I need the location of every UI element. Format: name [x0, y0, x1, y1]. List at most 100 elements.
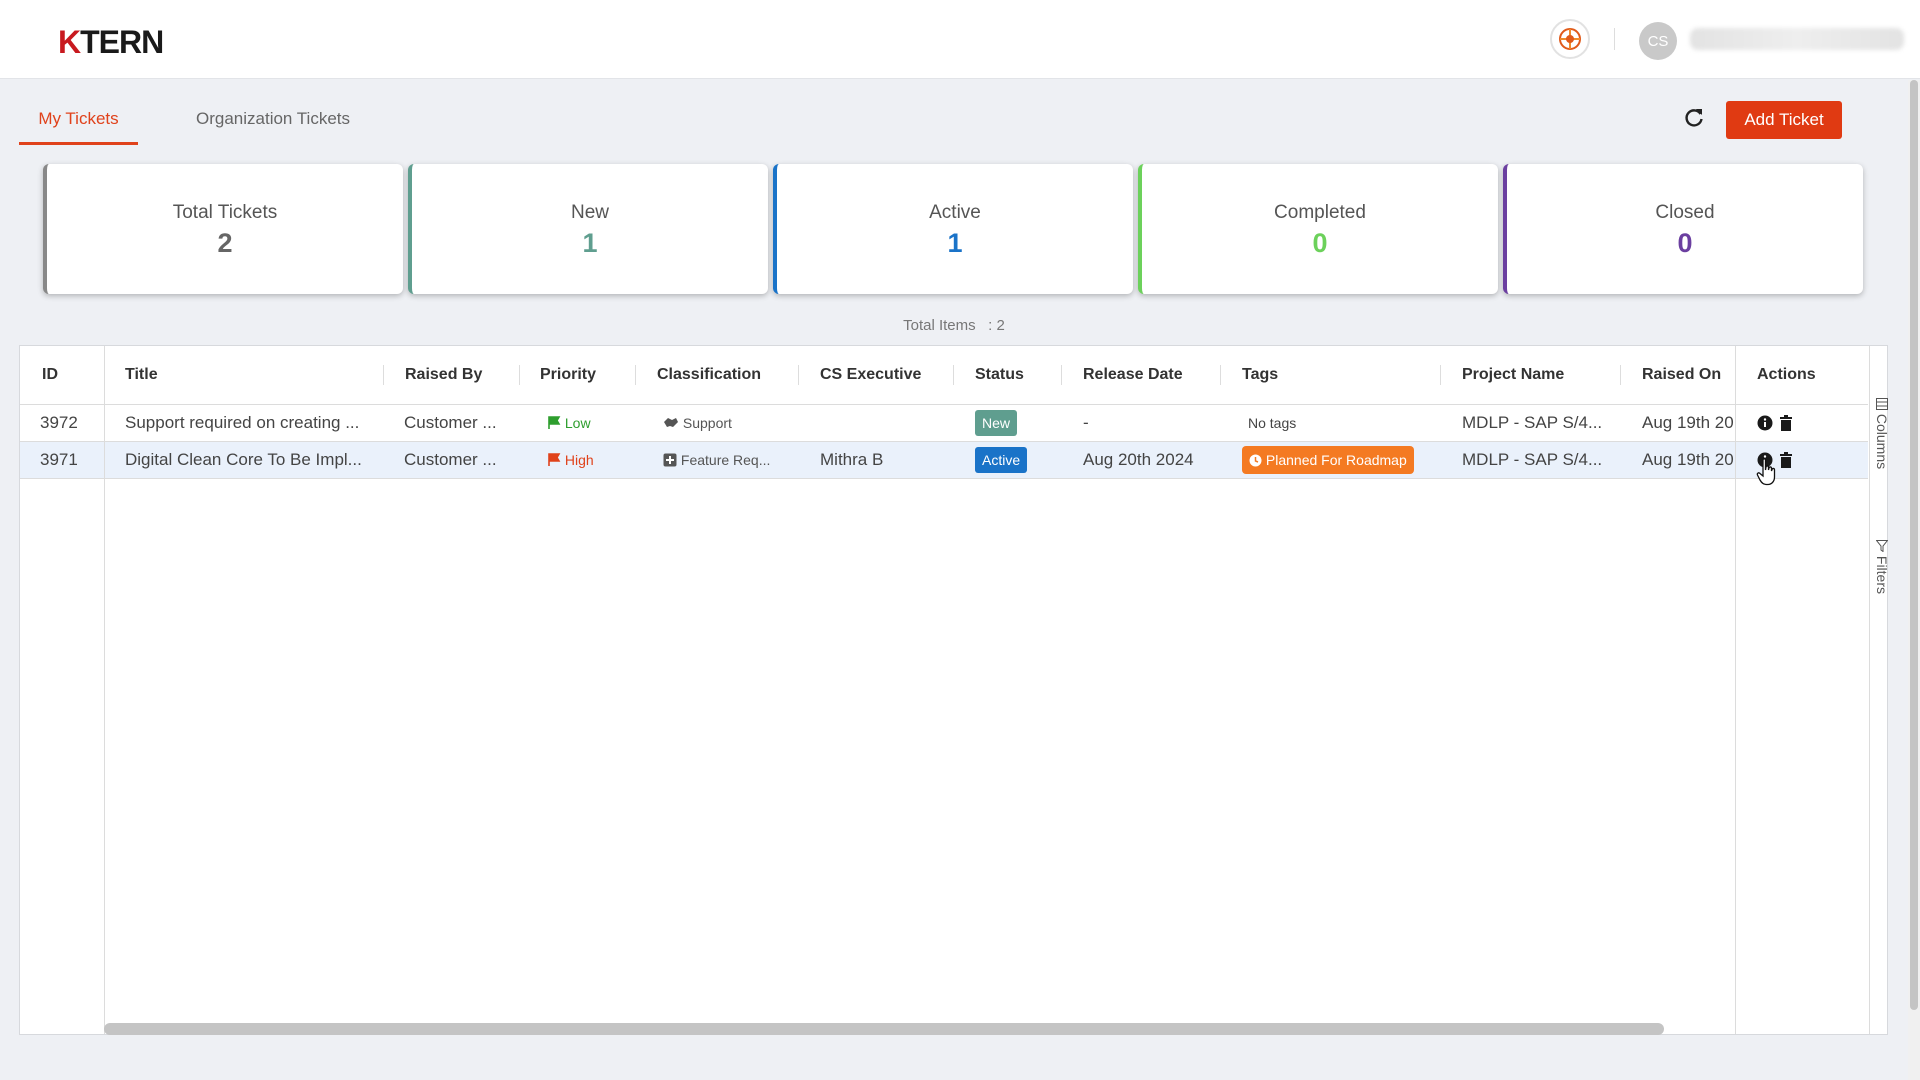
cell-tags: No tags: [1248, 415, 1297, 431]
classification-label: Support: [682, 415, 732, 431]
info-icon[interactable]: [1757, 415, 1773, 431]
summary-card-active[interactable]: Active 1: [773, 164, 1133, 294]
side-panel-divider: [1869, 346, 1870, 1034]
cell-id: 3972: [40, 413, 78, 432]
hand-cursor-icon: [1756, 458, 1778, 486]
table-row[interactable]: 3971 Digital Clean Core To Be Impl... Cu…: [20, 442, 1868, 478]
summary-card-total[interactable]: Total Tickets 2: [43, 164, 403, 294]
cell-raised-on: Aug 19th 20: [1642, 450, 1734, 469]
cell-status: Active: [975, 442, 1055, 478]
cell-title[interactable]: Support required on creating ...: [125, 405, 365, 441]
ktern-logo[interactable]: KTERN: [58, 24, 164, 61]
column-separator[interactable]: [1220, 365, 1221, 385]
columns-toggle[interactable]: Columns: [1874, 398, 1890, 469]
summary-label: Total Tickets: [172, 202, 278, 223]
cell-classification: Feature Req...: [663, 442, 793, 478]
row-divider: [20, 478, 1868, 479]
column-header-id[interactable]: ID: [42, 346, 102, 404]
actions-column-divider: [1735, 346, 1736, 1034]
column-separator[interactable]: [635, 365, 636, 385]
cell-tags: Planned For Roadmap: [1242, 442, 1432, 478]
column-header-cs-executive[interactable]: CS Executive: [820, 346, 960, 404]
add-ticket-button[interactable]: Add Ticket: [1726, 101, 1842, 139]
summary-label: New: [570, 202, 609, 223]
tag-label: Planned For Roadmap: [1265, 452, 1407, 468]
column-header-actions: Actions: [1757, 366, 1816, 383]
summary-value: 1: [947, 228, 963, 258]
summary-card-completed[interactable]: Completed 0: [1138, 164, 1498, 294]
cell-project-name: MDLP - SAP S/4...: [1462, 413, 1603, 432]
cell-raised-on: Aug 19th 20: [1642, 413, 1734, 432]
cell-cs-executive: [820, 405, 950, 441]
cell-cs-executive: Mithra B: [820, 450, 884, 469]
handshake-icon: [664, 418, 678, 427]
table-row[interactable]: 3972 Support required on creating ... Cu…: [20, 405, 1868, 441]
summary-value: 2: [217, 228, 233, 258]
flag-icon: [548, 453, 561, 466]
top-bar: KTERN CS: [0, 0, 1920, 79]
cell-priority: Low: [547, 405, 637, 441]
column-header-release-date[interactable]: Release Date: [1083, 346, 1223, 404]
cell-title[interactable]: Digital Clean Core To Be Impl...: [125, 442, 365, 478]
cell-classification: Support: [663, 405, 793, 441]
column-separator[interactable]: [519, 365, 520, 385]
id-column-divider: [104, 346, 105, 1034]
total-items-value: 2: [996, 317, 1005, 334]
horizontal-scrollbar[interactable]: [104, 1023, 1664, 1035]
column-separator[interactable]: [953, 365, 954, 385]
column-header-tags[interactable]: Tags: [1242, 346, 1362, 404]
refresh-icon[interactable]: [1682, 106, 1706, 130]
classification-label: Feature Req...: [680, 452, 771, 468]
total-items-sep: :: [988, 317, 993, 334]
cell-raised-by: Customer ...: [404, 450, 497, 469]
tag-chip[interactable]: Planned For Roadmap: [1242, 446, 1414, 474]
column-header-raised-by[interactable]: Raised By: [405, 346, 525, 404]
help-icon[interactable]: [1550, 19, 1590, 59]
tab-organization-tickets[interactable]: Organization Tickets: [196, 109, 350, 145]
cell-release-date: -: [1083, 413, 1089, 432]
tab-my-tickets[interactable]: My Tickets: [19, 109, 138, 145]
summary-card-new[interactable]: New 1: [408, 164, 768, 294]
column-separator[interactable]: [1061, 365, 1062, 385]
summary-value: 0: [1312, 228, 1328, 258]
status-badge: New: [975, 410, 1018, 436]
flag-icon: [548, 416, 561, 429]
column-separator[interactable]: [1440, 365, 1441, 385]
column-header-priority[interactable]: Priority: [540, 346, 640, 404]
status-badge: Active: [975, 447, 1028, 473]
user-name-blurred[interactable]: [1690, 28, 1904, 50]
filters-label: Filters: [1874, 555, 1890, 595]
vertical-scrollbar[interactable]: [1908, 80, 1920, 1080]
cell-status: New: [975, 405, 1055, 441]
logo-accent: K: [58, 24, 81, 60]
vertical-scrollbar-thumb[interactable]: [1910, 80, 1918, 1010]
column-header-project-name[interactable]: Project Name: [1462, 346, 1622, 404]
clock-icon: [1249, 454, 1262, 467]
column-header-title[interactable]: Title: [125, 346, 325, 404]
summary-card-closed[interactable]: Closed 0: [1503, 164, 1863, 294]
column-header-raised-on[interactable]: Raised On: [1642, 346, 1762, 404]
column-header-status[interactable]: Status: [975, 346, 1075, 404]
column-header-classification[interactable]: Classification: [657, 346, 797, 404]
cell-id: 3971: [40, 450, 78, 469]
delete-icon[interactable]: [1779, 452, 1793, 468]
plus-square-icon: [663, 453, 677, 467]
summary-value: 1: [582, 228, 598, 258]
column-separator[interactable]: [383, 365, 384, 385]
logo-text: TERN: [80, 24, 164, 60]
top-separator: [1614, 28, 1615, 50]
total-items: Total Items : 2: [0, 317, 1908, 334]
filters-toggle[interactable]: Filters: [1874, 540, 1890, 594]
cell-project-name: MDLP - SAP S/4...: [1462, 450, 1603, 469]
delete-icon[interactable]: [1779, 415, 1793, 431]
tickets-table: ID Title Raised By Priority Classificati…: [19, 345, 1890, 1035]
column-separator[interactable]: [798, 365, 799, 385]
columns-label: Columns: [1874, 413, 1890, 470]
summary-label: Closed: [1655, 202, 1715, 223]
priority-label: High: [564, 452, 594, 468]
summary-label: Completed: [1274, 202, 1366, 223]
total-items-label: Total Items: [903, 317, 976, 334]
column-separator[interactable]: [1620, 365, 1621, 385]
user-avatar[interactable]: CS: [1639, 22, 1677, 60]
cell-release-date: Aug 20th 2024: [1083, 450, 1194, 469]
